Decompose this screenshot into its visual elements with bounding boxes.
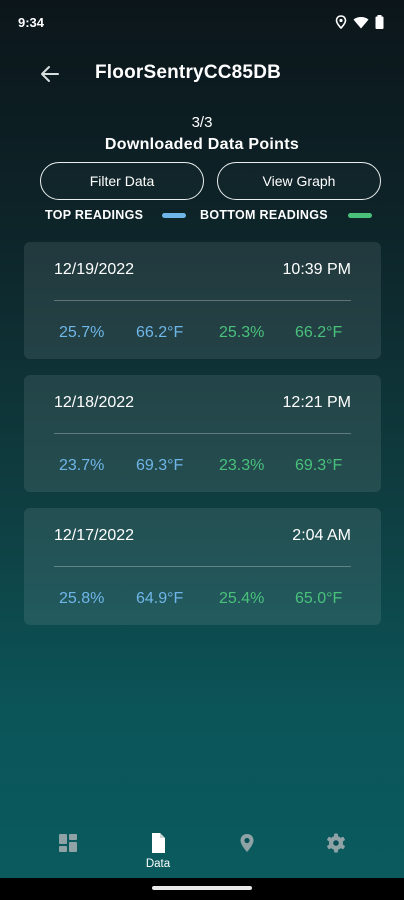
- bottom-humidity: 25.3%: [219, 324, 265, 341]
- legend-bottom-label: BOTTOM READINGS: [200, 208, 328, 222]
- card-divider: [54, 566, 351, 567]
- view-graph-button[interactable]: View Graph: [217, 162, 381, 200]
- location-pin-icon: [240, 834, 254, 852]
- nav-label-data: Data: [145, 858, 171, 870]
- bottom-temperature: 69.3°F: [295, 457, 343, 474]
- status-bar: 9:34: [0, 0, 404, 44]
- page-title: FloorSentryCC85DB: [95, 62, 282, 83]
- bottom-temperature: 66.2°F: [295, 324, 343, 341]
- legend-top-label: TOP READINGS: [45, 208, 144, 222]
- top-temperature: 69.3°F: [136, 457, 184, 474]
- location-icon: [335, 15, 347, 29]
- status-icons: [335, 15, 384, 29]
- system-home-bar: [0, 878, 404, 900]
- filter-data-button[interactable]: Filter Data: [40, 162, 204, 200]
- card-divider: [54, 433, 351, 434]
- top-temperature: 64.9°F: [136, 590, 184, 607]
- data-point-card[interactable]: 12/17/2022 2:04 AM 25.8% 64.9°F 25.4% 65…: [24, 508, 381, 625]
- data-point-list: 12/19/2022 10:39 PM 25.7% 66.2°F 25.3% 6…: [24, 242, 381, 641]
- document-icon: [152, 833, 165, 853]
- arrow-back-icon[interactable]: [38, 62, 62, 86]
- nav-item-settings[interactable]: [306, 826, 366, 878]
- battery-icon: [375, 15, 384, 29]
- nav-item-dashboard[interactable]: [38, 826, 98, 878]
- record-time: 12:21 PM: [282, 394, 351, 411]
- gear-icon: [327, 833, 345, 853]
- top-humidity: 25.8%: [59, 590, 105, 607]
- data-point-count: 3/3: [191, 114, 213, 131]
- top-temperature: 66.2°F: [136, 324, 184, 341]
- data-point-card[interactable]: 12/18/2022 12:21 PM 23.7% 69.3°F 23.3% 6…: [24, 375, 381, 492]
- bottom-humidity: 23.3%: [219, 457, 265, 474]
- readings-legend: TOP READINGS BOTTOM READINGS: [0, 206, 404, 224]
- wifi-icon: [353, 16, 369, 28]
- data-point-card[interactable]: 12/19/2022 10:39 PM 25.7% 66.2°F 25.3% 6…: [24, 242, 381, 359]
- record-date: 12/17/2022: [54, 527, 135, 544]
- dashboard-icon: [59, 834, 77, 852]
- nav-item-data[interactable]: Data: [128, 826, 188, 878]
- bottom-humidity: 25.4%: [219, 590, 265, 607]
- record-date: 12/19/2022: [54, 261, 135, 278]
- legend-bottom-swatch: [348, 213, 372, 218]
- status-time: 9:34: [18, 14, 45, 30]
- nav-item-location[interactable]: [217, 826, 277, 878]
- record-time: 10:39 PM: [282, 261, 351, 278]
- app-bar: FloorSentryCC85DB: [0, 50, 404, 98]
- record-date: 12/18/2022: [54, 394, 135, 411]
- top-humidity: 23.7%: [59, 457, 105, 474]
- bottom-temperature: 65.0°F: [295, 590, 343, 607]
- legend-top-swatch: [162, 213, 186, 218]
- home-indicator[interactable]: [152, 886, 252, 890]
- record-time: 2:04 AM: [292, 527, 351, 544]
- downloaded-subtitle: Downloaded Data Points: [104, 136, 300, 153]
- card-divider: [54, 300, 351, 301]
- top-humidity: 25.7%: [59, 324, 105, 341]
- bottom-nav: Data: [0, 826, 404, 878]
